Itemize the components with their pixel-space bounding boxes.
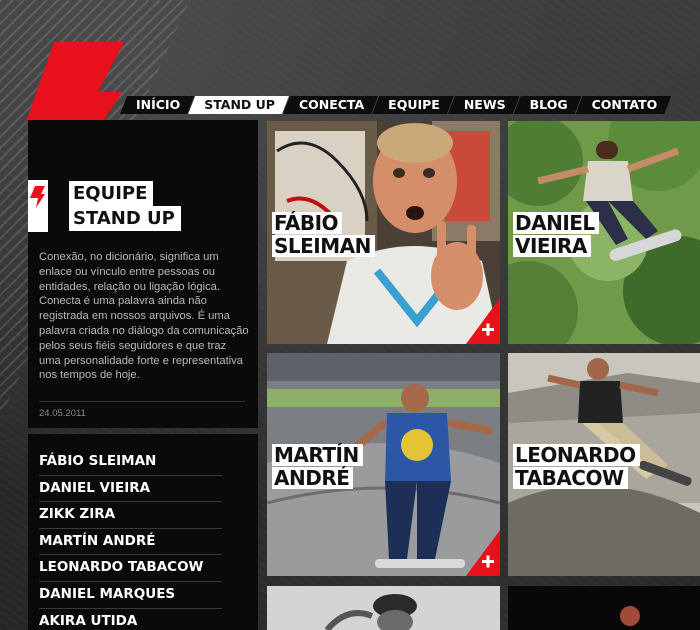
member-list: FÁBIO SLEIMAN DANIEL VIEIRA ZIKK ZIRA MA… <box>39 449 222 630</box>
team-description: Conexão, no dicionário, significa um enl… <box>39 251 249 382</box>
member-link-fabio-sleiman[interactable]: FÁBIO SLEIMAN <box>39 449 222 476</box>
lightning-bolt-badge-icon <box>30 186 45 208</box>
member-tile-label: DANIEL VIEIRA <box>513 212 599 257</box>
nav-item-equipe[interactable]: EQUIPE <box>372 96 454 114</box>
member-tile-leonardo-tabacow[interactable]: LEONARDO TABACOW <box>508 353 700 576</box>
team-title: EQUIPE STAND UP <box>69 181 181 231</box>
member-tile[interactable] <box>508 586 700 630</box>
plus-icon[interactable] <box>466 530 500 576</box>
member-tile-martin-andre[interactable]: MARTÍN ANDRÉ <box>267 353 500 576</box>
nav-item-contato[interactable]: CONTATO <box>576 96 672 114</box>
member-link-daniel-vieira[interactable]: DANIEL VIEIRA <box>39 476 222 503</box>
member-link-daniel-marques[interactable]: DANIEL MARQUES <box>39 582 222 609</box>
nav-item-blog[interactable]: BLOG <box>514 96 582 114</box>
nav-item-conecta[interactable]: CONECTA <box>283 96 378 114</box>
team-title-line1: EQUIPE <box>69 181 154 206</box>
team-title-line2: STAND UP <box>69 206 181 231</box>
nav-item-inicio[interactable]: INÍCIO <box>120 96 194 114</box>
nav-item-news[interactable]: NEWS <box>448 96 520 114</box>
team-badge <box>28 180 48 232</box>
nav-item-stand-up[interactable]: STAND UP <box>188 96 289 114</box>
member-tile-label: LEONARDO TABACOW <box>513 444 640 489</box>
member-tile-label: MARTÍN ANDRÉ <box>272 444 363 489</box>
plus-icon[interactable] <box>466 298 500 344</box>
main-nav: INÍCIO STAND UP CONECTA EQUIPE NEWS BLOG… <box>120 96 665 114</box>
member-link-akira-utida[interactable]: AKIRA UTIDA <box>39 609 222 630</box>
divider <box>39 401 245 402</box>
member-photo <box>508 586 700 630</box>
post-date: 24.05.2011 <box>39 408 86 419</box>
member-tile-fabio-sleiman[interactable]: FÁBIO SLEIMAN <box>267 121 500 344</box>
member-tile[interactable] <box>267 586 500 630</box>
member-tile-label: FÁBIO SLEIMAN <box>272 212 375 257</box>
member-link-leonardo-tabacow[interactable]: LEONARDO TABACOW <box>39 555 222 582</box>
member-photo <box>267 586 500 630</box>
member-tile-daniel-vieira[interactable]: DANIEL VIEIRA <box>508 121 700 344</box>
member-link-zikk-zira[interactable]: ZIKK ZIRA <box>39 502 222 529</box>
member-link-martin-andre[interactable]: MARTÍN ANDRÉ <box>39 529 222 556</box>
